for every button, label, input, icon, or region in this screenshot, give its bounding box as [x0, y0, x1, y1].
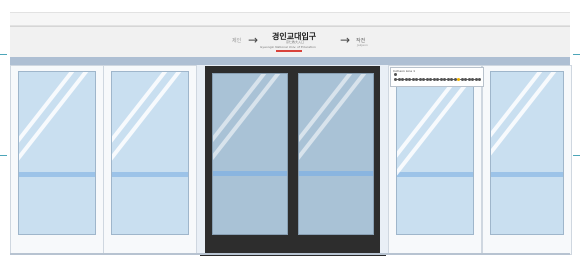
right-guide-mark [573, 54, 580, 55]
handle-band [19, 172, 95, 177]
glass-reflection [19, 72, 95, 234]
glass-reflection [491, 72, 549, 234]
right-arrow-icon: → [340, 33, 351, 47]
sliding-door-right[interactable] [298, 73, 374, 235]
handle-band [213, 171, 287, 176]
wall-top-band [10, 57, 570, 65]
route-station-dot [478, 78, 481, 81]
route-station-dot [429, 78, 432, 81]
left-guide-mark [0, 54, 7, 55]
route-station-dot [415, 78, 418, 81]
station-underline [276, 50, 302, 52]
route-station-dot [450, 78, 453, 81]
ceiling-strip [10, 12, 570, 26]
current-location-marker [394, 73, 397, 76]
route-station-dot [408, 78, 411, 81]
left-guide-mark-2 [0, 155, 7, 156]
handle-band [491, 172, 563, 177]
glass-reflection [299, 74, 359, 234]
floor-line [10, 253, 570, 255]
station-name-hanja: 京仁教大入口 [286, 40, 305, 44]
route-station-dot [464, 78, 467, 81]
route-station-dot [457, 78, 460, 81]
route-station-dot [401, 78, 404, 81]
prev-station-label: 제인 [232, 38, 242, 44]
route-station-dot [436, 78, 439, 81]
handle-band [397, 172, 473, 177]
glass-reflection [19, 72, 81, 234]
sliding-door-left[interactable] [212, 73, 288, 235]
right-guide-mark-2 [573, 155, 580, 156]
next-station-sub: Jakjeon [357, 43, 368, 47]
glass-reflection [299, 74, 373, 234]
route-map: Incheon Line 1 [390, 67, 484, 87]
route-station-dot [443, 78, 446, 81]
fixed-glass-4 [490, 71, 564, 235]
handle-band [299, 171, 373, 176]
glass-reflection [491, 72, 563, 234]
fixed-glass-2 [111, 71, 189, 235]
glass-reflection [112, 72, 174, 234]
route-station-dot [394, 78, 397, 81]
handle-band [112, 172, 188, 177]
glass-reflection [213, 74, 273, 234]
glass-reflection [112, 72, 188, 234]
station-name-english: Gyeongin National Univ. of Education [260, 45, 316, 49]
route-station-dot [471, 78, 474, 81]
left-arrow-icon: → [248, 33, 259, 47]
fixed-glass-1 [18, 71, 96, 235]
fixed-glass-3 [396, 86, 474, 235]
glass-reflection [213, 74, 287, 234]
route-station-dot [422, 78, 425, 81]
